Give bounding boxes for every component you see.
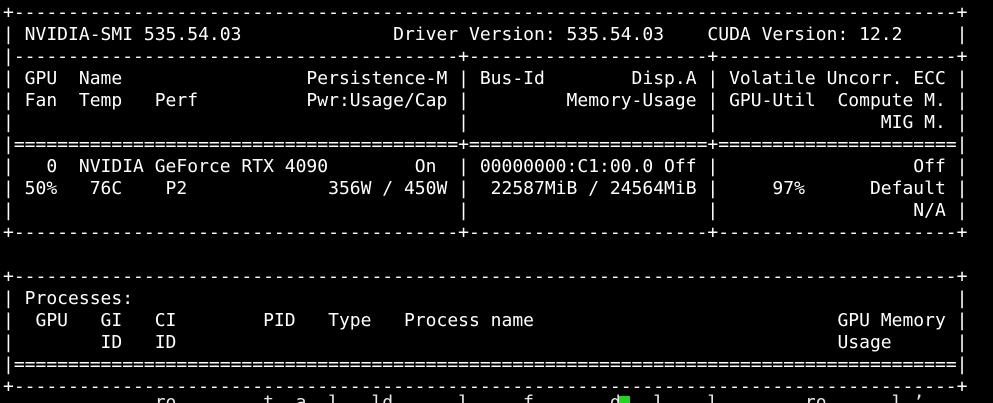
gpu-row-line-2: | 50% 76C P2 356W / 450W | 22587MiB / 24… — [3, 178, 968, 199]
column-header-line-3: | | | MIG M. | — [3, 112, 968, 133]
processes-header-line-2: | ID ID Usage | — [3, 332, 968, 353]
column-header-line-2: | Fan Temp Perf Pwr:Usage/Cap | Memory-U… — [3, 90, 968, 111]
processes-separator: |=======================================… — [3, 354, 968, 375]
gpu-row-line-3: | | | N/A | — [3, 200, 968, 221]
table-border-bottom: +---------------------------------------… — [3, 222, 968, 243]
processes-title-line: | Processes: | — [3, 288, 968, 309]
prompt-line-partial: ro t a l ld l f d l l ro l ’ — [3, 392, 925, 403]
version-header-line: | NVIDIA-SMI 535.54.03 Driver Version: 5… — [3, 24, 968, 45]
header-separator: |=======================================… — [3, 134, 968, 155]
table-border-top: +---------------------------------------… — [3, 2, 968, 23]
terminal-window[interactable]: +---------------------------------------… — [0, 0, 993, 403]
processes-border-top: +---------------------------------------… — [3, 266, 968, 287]
column-header-line-1: | GPU Name Persistence-M | Bus-Id Disp.A… — [3, 68, 968, 89]
header-divider: |---------------------------------------… — [3, 46, 968, 67]
gpu-row-line-1: | 0 NVIDIA GeForce RTX 4090 On | 0000000… — [3, 156, 968, 177]
terminal-cursor — [619, 396, 630, 403]
processes-header-line-1: | GPU GI CI PID Type Process name GPU Me… — [3, 310, 968, 331]
